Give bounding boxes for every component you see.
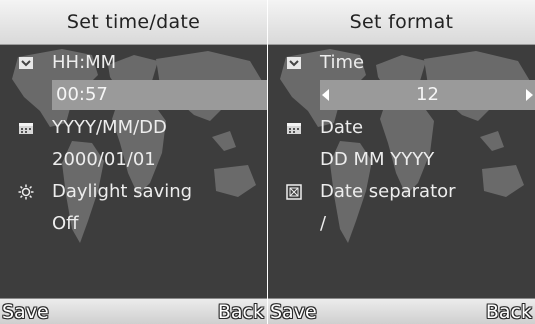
daylight-saving-value: Off xyxy=(52,213,79,234)
time-label-row[interactable]: HH:MM xyxy=(0,47,267,79)
time-format-value: 12 xyxy=(416,84,439,105)
daylight-saving-label: Daylight saving xyxy=(52,181,193,202)
time-format-label: HH:MM xyxy=(52,52,117,73)
time-value-field[interactable]: 00:57 xyxy=(52,80,267,110)
time-value: 00:57 xyxy=(56,84,108,105)
screen-content: HH:MM 00:57 YYYY/MM/DD 2000/01/01 Daylig… xyxy=(0,45,267,299)
date-format-value-row[interactable]: DD MM YYYY xyxy=(268,144,535,176)
screen-title: Set format xyxy=(268,0,535,45)
device-screens: Set time/date HH:MM 00:57 YYYY/MM/DD 200… xyxy=(0,0,535,324)
set-time-date-screen: Set time/date HH:MM 00:57 YYYY/MM/DD 200… xyxy=(0,0,267,324)
date-format-label: YYYY/MM/DD xyxy=(52,117,167,138)
calendar-icon xyxy=(287,123,301,134)
save-softkey[interactable]: Save xyxy=(2,300,49,324)
arrow-left-icon[interactable] xyxy=(322,89,329,101)
back-softkey[interactable]: Back xyxy=(218,300,264,324)
softkey-bar: Save Back xyxy=(268,298,535,324)
separator-icon xyxy=(286,184,302,200)
date-label: Date xyxy=(320,117,364,138)
date-separator-label: Date separator xyxy=(320,181,456,202)
set-format-screen: Set format Time 12 Date DD MM YYYY Date … xyxy=(268,0,535,324)
date-value: 2000/01/01 xyxy=(52,149,156,170)
date-separator-value-row[interactable]: / xyxy=(268,208,535,240)
save-softkey[interactable]: Save xyxy=(270,300,317,324)
screen-title: Set time/date xyxy=(0,0,267,45)
date-separator-row[interactable]: Date separator xyxy=(268,176,535,208)
date-label-row[interactable]: YYYY/MM/DD xyxy=(0,112,267,144)
calendar-icon xyxy=(19,123,33,134)
sun-icon xyxy=(18,184,34,200)
screen-content: Time 12 Date DD MM YYYY Date separator / xyxy=(268,45,535,299)
time-format-row[interactable]: Time xyxy=(268,47,535,79)
daylight-saving-row[interactable]: Daylight saving xyxy=(0,176,267,208)
date-format-value: DD MM YYYY xyxy=(320,149,435,170)
time-format-selector[interactable]: 12 xyxy=(320,80,535,110)
softkey-bar: Save Back xyxy=(0,298,267,324)
arrow-right-icon[interactable] xyxy=(526,89,533,101)
clock-icon xyxy=(19,57,33,69)
date-value-row[interactable]: 2000/01/01 xyxy=(0,144,267,176)
date-separator-value: / xyxy=(320,213,327,234)
back-softkey[interactable]: Back xyxy=(486,300,532,324)
time-label: Time xyxy=(320,52,365,73)
clock-icon xyxy=(287,57,301,69)
daylight-saving-value-row[interactable]: Off xyxy=(0,208,267,240)
date-format-row[interactable]: Date xyxy=(268,112,535,144)
